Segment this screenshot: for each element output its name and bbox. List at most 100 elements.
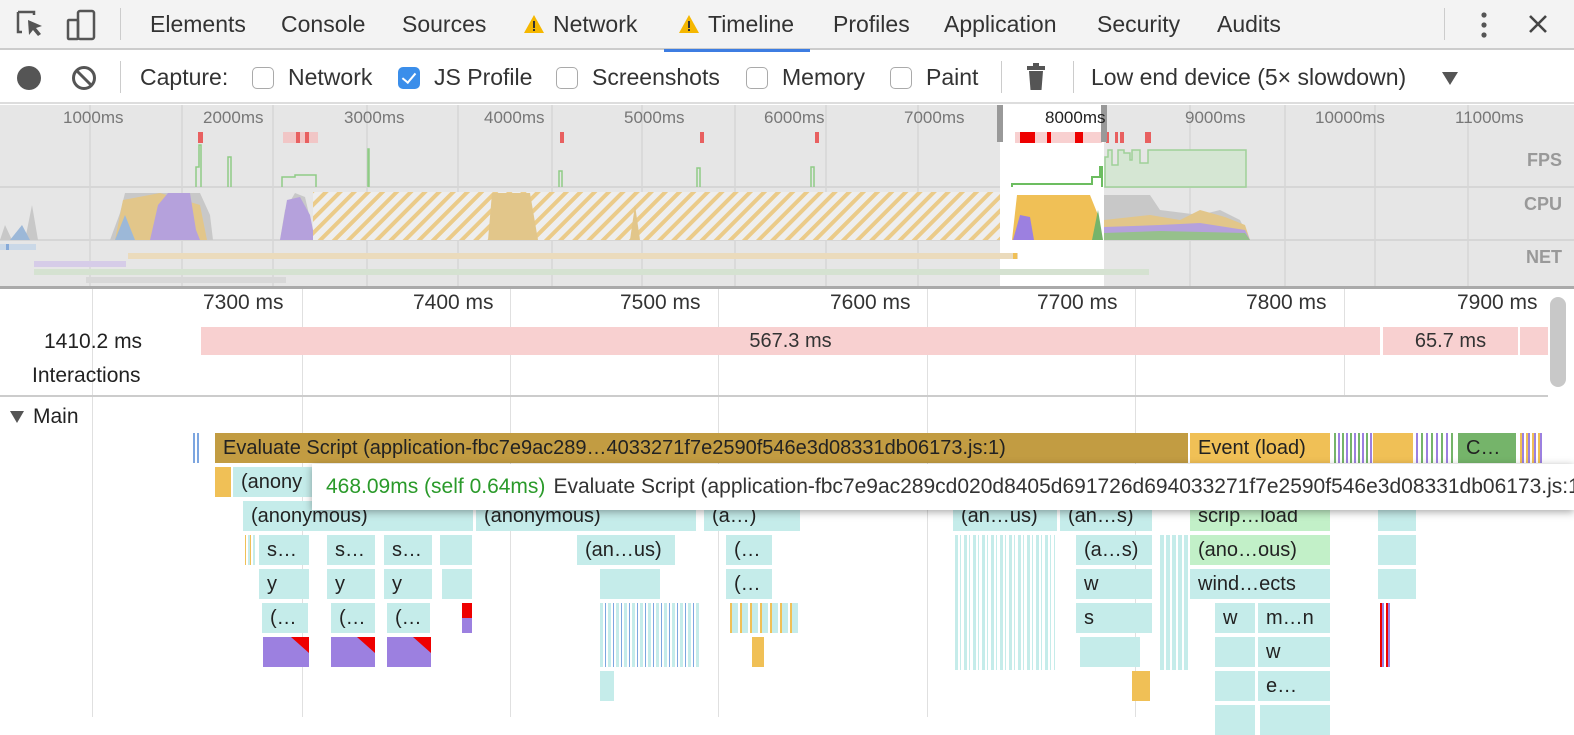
- js-profile-checkbox[interactable]: JS Profile: [398, 52, 532, 102]
- flame-slice-cluster[interactable]: [245, 535, 255, 565]
- memory-checkbox[interactable]: Memory: [746, 52, 865, 102]
- flame-slice[interactable]: [440, 535, 472, 565]
- tab-elements[interactable]: Elements: [150, 0, 246, 50]
- flame-slice[interactable]: [462, 603, 472, 633]
- checkbox[interactable]: [890, 67, 912, 89]
- flame-slice[interactable]: s…: [327, 535, 375, 565]
- flame-slice[interactable]: (…: [331, 603, 375, 633]
- flame-slice[interactable]: s…: [259, 535, 309, 565]
- main-track-label[interactable]: Main: [33, 405, 79, 429]
- slice-label: w: [1223, 607, 1238, 629]
- flame-slice[interactable]: [193, 433, 195, 463]
- network-checkbox[interactable]: Network: [252, 52, 372, 102]
- frame-bar[interactable]: 567.3 ms: [201, 327, 1380, 355]
- flame-slice[interactable]: s: [1076, 603, 1152, 633]
- anonymous-slice[interactable]: (ano…ous): [1190, 535, 1330, 565]
- tab-console[interactable]: Console: [281, 0, 365, 50]
- flame-slice[interactable]: (an…us): [577, 535, 675, 565]
- flame-slice-cluster[interactable]: [1160, 535, 1188, 670]
- cpu-graph: [0, 192, 1250, 240]
- flame-slice[interactable]: [1260, 705, 1330, 735]
- flame-slice[interactable]: (…: [726, 535, 772, 565]
- flame-slice[interactable]: e…: [1258, 671, 1330, 701]
- event-load-slice[interactable]: Event (load): [1190, 433, 1330, 463]
- tab-audits[interactable]: Audits: [1217, 0, 1281, 50]
- more-menu-icon[interactable]: [1474, 10, 1494, 40]
- flame-slice[interactable]: w: [1215, 603, 1255, 633]
- slice-label: (…: [395, 607, 422, 629]
- checkbox[interactable]: [252, 67, 274, 89]
- flame-slice[interactable]: w: [1258, 637, 1330, 667]
- close-icon[interactable]: [1527, 13, 1549, 35]
- divider: [1001, 61, 1002, 93]
- forced-layout-slice[interactable]: [331, 637, 375, 667]
- flame-slice[interactable]: [752, 637, 764, 667]
- tab-sources[interactable]: Sources: [402, 0, 486, 50]
- flame-slice-cluster[interactable]: [1334, 433, 1372, 463]
- chevron-down-icon[interactable]: [1441, 70, 1459, 86]
- flame-slice[interactable]: y: [384, 569, 432, 599]
- flame-slice[interactable]: [600, 671, 614, 701]
- flame-slice[interactable]: m…n: [1258, 603, 1330, 633]
- flame-slice[interactable]: [197, 433, 199, 463]
- flame-slice[interactable]: y: [259, 569, 309, 599]
- flame-slice[interactable]: [1215, 637, 1255, 667]
- compile-slice[interactable]: C…: [1458, 433, 1516, 463]
- forced-layout-slice[interactable]: [387, 637, 431, 667]
- flame-slice[interactable]: y: [327, 569, 375, 599]
- device-mode-icon[interactable]: [64, 8, 98, 42]
- flame-slice[interactable]: w: [1076, 569, 1152, 599]
- forced-layout-slice[interactable]: [263, 637, 309, 667]
- scrollbar[interactable]: [1550, 297, 1566, 387]
- flame-slice-cluster[interactable]: [955, 535, 1055, 670]
- anonymous-slice[interactable]: (anony: [233, 467, 323, 497]
- inspect-element-icon[interactable]: [14, 8, 48, 42]
- flame-slice[interactable]: (…: [726, 569, 772, 599]
- flame-slice[interactable]: [1378, 569, 1416, 599]
- frame-bar[interactable]: [1520, 327, 1548, 355]
- flame-slice-cluster[interactable]: [600, 603, 700, 667]
- flame-slice[interactable]: (a…s): [1076, 535, 1152, 565]
- throttle-select[interactable]: Low end device (5× slowdown): [1091, 52, 1406, 102]
- screenshots-checkbox[interactable]: Screenshots: [556, 52, 720, 102]
- flame-slice-cluster[interactable]: [1416, 433, 1456, 463]
- tab-profiles[interactable]: Profiles: [833, 0, 910, 50]
- flame-slice[interactable]: [1132, 671, 1150, 701]
- overview-tick: 9000ms: [1185, 108, 1246, 127]
- tab-security[interactable]: Security: [1097, 0, 1180, 50]
- slice-label: s: [1084, 607, 1094, 629]
- checkbox[interactable]: [398, 67, 420, 89]
- flame-slice[interactable]: [215, 467, 231, 497]
- flame-slice-cluster[interactable]: [1380, 603, 1392, 667]
- slice-label: m…n: [1266, 607, 1314, 629]
- flame-slice[interactable]: [1215, 671, 1255, 701]
- slice-label: y: [335, 573, 345, 595]
- tab-network[interactable]: Network: [523, 0, 637, 50]
- overview-tick: 7000ms: [904, 108, 965, 127]
- clear-button[interactable]: [71, 65, 97, 91]
- tab-application[interactable]: Application: [944, 0, 1057, 50]
- window-effects-slice[interactable]: wind…ects: [1190, 569, 1330, 599]
- flame-slice[interactable]: [1378, 535, 1416, 565]
- flame-slice[interactable]: s…: [384, 535, 432, 565]
- flame-slice-cluster[interactable]: [1520, 433, 1542, 463]
- tab-timeline[interactable]: Timeline: [663, 0, 811, 52]
- flame-slice[interactable]: (…: [262, 603, 308, 633]
- flame-slice[interactable]: [442, 569, 472, 599]
- trash-icon[interactable]: [1024, 62, 1048, 92]
- record-button[interactable]: [16, 65, 42, 91]
- flame-slice[interactable]: [1373, 433, 1413, 463]
- flame-slice[interactable]: (…: [387, 603, 430, 633]
- paint-checkbox[interactable]: Paint: [890, 52, 978, 102]
- flame-slice-cluster[interactable]: [730, 603, 800, 633]
- checkbox[interactable]: [746, 67, 768, 89]
- flame-slice[interactable]: [600, 569, 660, 599]
- evaluate-script-slice[interactable]: Evaluate Script (application-fbc7e9ac289…: [215, 433, 1188, 463]
- detail-tick: 7900 ms: [1457, 291, 1538, 314]
- flame-slice[interactable]: [1215, 705, 1255, 735]
- timeline-overview[interactable]: 1000ms 2000ms 3000ms 4000ms 5000ms 6000m…: [0, 105, 1574, 286]
- frame-bar[interactable]: 65.7 ms: [1383, 327, 1518, 355]
- checkbox[interactable]: [556, 67, 578, 89]
- flame-slice[interactable]: [1080, 637, 1140, 667]
- expand-triangle-icon[interactable]: [10, 410, 24, 424]
